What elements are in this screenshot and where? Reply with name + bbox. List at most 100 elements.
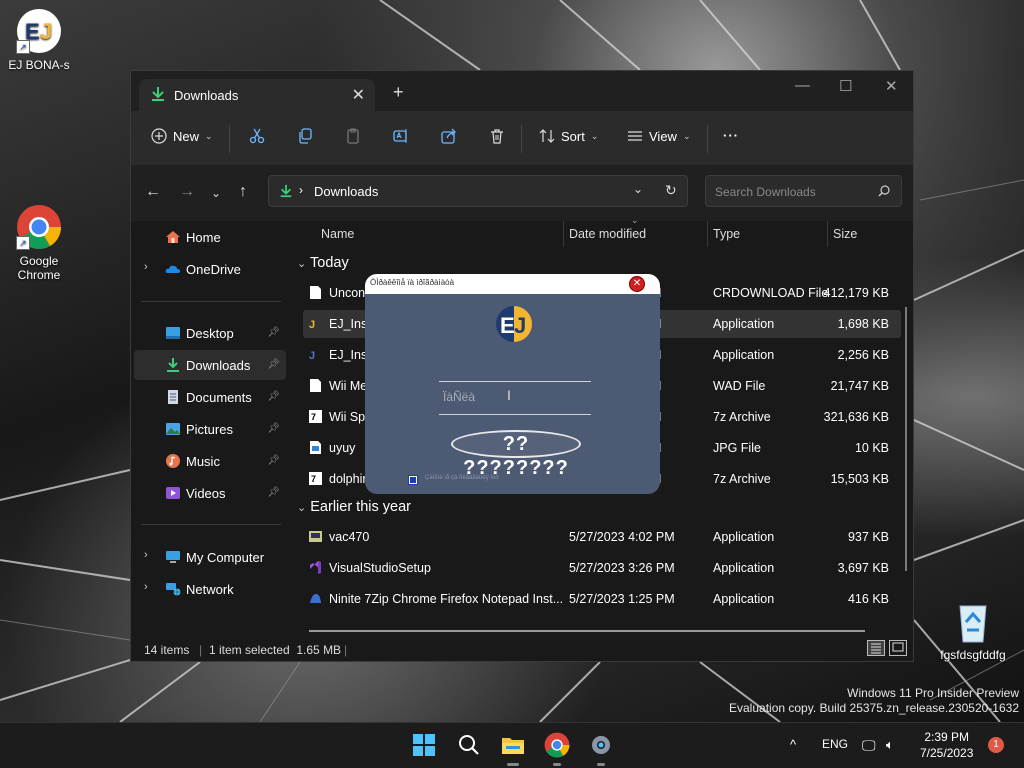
- sidebar-item-downloads[interactable]: Downloads 📌︎: [134, 350, 286, 380]
- ej-logo-icon: E J: [496, 306, 532, 342]
- close-tab-icon[interactable]: ✕: [352, 85, 365, 105]
- download-icon: [280, 184, 292, 198]
- cut-button[interactable]: [249, 128, 265, 144]
- breadcrumb[interactable]: Downloads: [314, 184, 378, 199]
- sidebar-item-label: Documents: [186, 390, 252, 405]
- up-arrow-icon[interactable]: ↑: [239, 183, 247, 201]
- address-bar[interactable]: › Downloads ⌄ ↻: [268, 175, 688, 207]
- file-row[interactable]: Ninite 7Zip Chrome Firefox Notepad Inst.…: [303, 585, 901, 613]
- recent-locations-chevron-icon[interactable]: ⌄: [211, 186, 221, 200]
- expand-chevron-icon[interactable]: ›: [144, 581, 148, 593]
- sidebar-item-network[interactable]: › Network: [134, 574, 286, 604]
- tab-downloads[interactable]: Downloads ✕: [139, 79, 375, 111]
- desktop-icon-chrome[interactable]: ↗ Google Chrome: [4, 204, 74, 282]
- taskbar-file-explorer[interactable]: [500, 732, 526, 766]
- password-input[interactable]: ÏàÑëà: [443, 390, 475, 404]
- file-date: 5/27/2023 4:02 PM: [569, 530, 675, 544]
- installer-dialog: ÒÌðàêêîìå ïà ìðîãðàìàòà ✕ E J ÏàÑëà I ??…: [365, 274, 660, 494]
- svg-text:J: J: [40, 19, 52, 44]
- pin-icon[interactable]: 📌︎: [267, 455, 280, 466]
- dialog-close-button[interactable]: ✕: [629, 276, 645, 292]
- sort-button[interactable]: Sort ⌄: [539, 128, 598, 144]
- new-label: New: [173, 128, 200, 144]
- refresh-icon[interactable]: ↻: [665, 182, 677, 199]
- more-icon: ···: [723, 128, 739, 143]
- view-button[interactable]: View ⌄: [627, 128, 691, 144]
- share-button[interactable]: [441, 128, 457, 144]
- dialog-title-bar[interactable]: ÒÌðàêêîìå ïà ìðîãðàìàòà: [365, 274, 660, 294]
- selection-info: 1 item selected 1.65 MB: [209, 643, 342, 657]
- search-input[interactable]: Search Downloads: [705, 175, 902, 207]
- ej-installer-icon: J: [309, 319, 315, 331]
- vertical-scrollbar[interactable]: [905, 307, 907, 571]
- taskbar-settings[interactable]: [588, 732, 614, 766]
- address-dropdown-icon[interactable]: ⌄: [633, 182, 643, 196]
- sidebar-item-my-computer[interactable]: › My Computer: [134, 542, 286, 572]
- clock[interactable]: 2:39 PM 7/25/2023: [920, 729, 973, 761]
- rename-button[interactable]: [393, 128, 409, 144]
- column-header-size[interactable]: Size: [833, 227, 857, 241]
- show-hidden-icons-chevron-icon[interactable]: ^: [790, 737, 796, 752]
- group-header-earlier[interactable]: ⌄ Earlier this year: [297, 499, 411, 515]
- pin-icon[interactable]: 📌︎: [267, 359, 280, 370]
- expand-chevron-icon[interactable]: ›: [144, 261, 148, 273]
- sidebar-item-home[interactable]: Home: [134, 222, 286, 252]
- status-divider: |: [344, 643, 348, 657]
- notification-badge[interactable]: 1: [988, 737, 1004, 753]
- column-header-name[interactable]: Name: [321, 227, 354, 241]
- desktop-icon-ej-bona[interactable]: E J ↗ EJ BONA-s: [4, 8, 74, 72]
- sidebar-item-videos[interactable]: Videos 📌︎: [134, 478, 286, 508]
- new-button[interactable]: New ⌄: [151, 128, 213, 144]
- toolbar-divider: [521, 125, 522, 153]
- more-options-button[interactable]: ···: [723, 128, 739, 143]
- collapse-chevron-icon: ⌄: [297, 258, 307, 270]
- paste-button[interactable]: [345, 128, 361, 144]
- sidebar-item-desktop[interactable]: Desktop 📌︎: [134, 318, 286, 348]
- new-tab-button[interactable]: +: [393, 83, 404, 101]
- forward-arrow-icon[interactable]: →: [179, 183, 195, 201]
- group-header-today[interactable]: ⌄ Today: [297, 255, 349, 271]
- column-header-date[interactable]: Date modified: [569, 227, 646, 241]
- login-button[interactable]: ?? ????????: [451, 430, 581, 479]
- expand-chevron-icon[interactable]: ›: [144, 549, 148, 561]
- navigation-pane: Home › OneDrive Desktop 📌︎ Downloads 📌︎: [131, 221, 289, 637]
- input-language[interactable]: ENG: [822, 737, 848, 751]
- start-button[interactable]: [411, 732, 437, 758]
- file-row[interactable]: VisualStudioSetup 5/27/2023 3:26 PM Appl…: [303, 554, 901, 582]
- pin-icon[interactable]: 📌︎: [267, 327, 280, 338]
- remember-me-checkbox[interactable]: [408, 475, 418, 485]
- pin-icon[interactable]: 📌︎: [267, 391, 280, 402]
- file-type: JPG File: [713, 441, 761, 455]
- pin-icon[interactable]: 📌︎: [267, 487, 280, 498]
- details-view-button[interactable]: [867, 640, 885, 656]
- file-name: uyuy: [329, 441, 356, 455]
- svg-text:J: J: [514, 313, 526, 338]
- taskbar-chrome[interactable]: [544, 732, 570, 766]
- recycle-bin-icon: [950, 598, 996, 644]
- ej-logo-icon: E J ↗: [16, 8, 62, 54]
- sidebar-item-onedrive[interactable]: › OneDrive: [134, 254, 286, 284]
- sidebar-item-documents[interactable]: Documents 📌︎: [134, 382, 286, 412]
- search-icon: [459, 735, 479, 755]
- column-header-type[interactable]: Type: [713, 227, 740, 241]
- tiles-view-button[interactable]: [889, 640, 907, 656]
- file-row[interactable]: vac470 5/27/2023 4:02 PM Application 937…: [303, 523, 901, 551]
- network-status-icon[interactable]: 🖵︎: [862, 737, 876, 754]
- sidebar-item-music[interactable]: Music 📌︎: [134, 446, 286, 476]
- sort-icon: [539, 129, 555, 143]
- horizontal-scrollbar[interactable]: [309, 630, 865, 632]
- search-button[interactable]: [456, 732, 482, 758]
- maximize-button[interactable]: ☐: [839, 77, 852, 95]
- desktop-icon-recycle-bin[interactable]: fgsfdsgfddfg: [938, 598, 1008, 662]
- image-file-icon: [310, 441, 321, 454]
- minimize-button[interactable]: —: [795, 77, 810, 94]
- watermark-edition: Windows 11 Pro Insider Preview: [847, 686, 1019, 700]
- gear-icon: [592, 736, 610, 754]
- volume-icon[interactable]: 🔈︎: [886, 737, 894, 753]
- close-window-button[interactable]: ✕: [885, 77, 898, 95]
- sidebar-item-pictures[interactable]: Pictures 📌︎: [134, 414, 286, 444]
- pin-icon[interactable]: 📌︎: [267, 423, 280, 434]
- copy-button[interactable]: [297, 128, 313, 144]
- delete-button[interactable]: [489, 128, 505, 144]
- back-arrow-icon[interactable]: ←: [145, 183, 161, 201]
